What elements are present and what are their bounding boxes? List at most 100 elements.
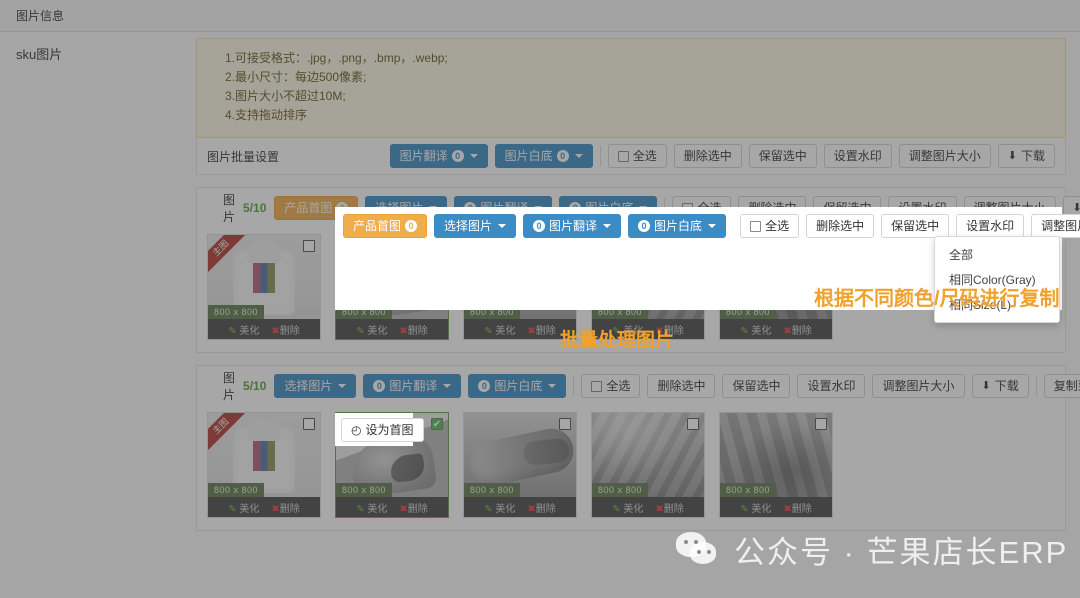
delete-action[interactable]: ✖删除 xyxy=(783,322,811,337)
batch-keep-selected-button[interactable]: 保留选中 xyxy=(748,144,817,168)
beautify-action[interactable]: ✎ 美化 xyxy=(228,322,259,337)
batch-set-watermark-button[interactable]: 设置水印 xyxy=(823,144,892,168)
beautify-action[interactable]: ✎ 美化 xyxy=(740,322,771,337)
group-set-watermark-button[interactable]: 设置水印 xyxy=(797,374,866,398)
beautify-action[interactable]: ✎ 美化 xyxy=(740,500,771,515)
thumbnail-image[interactable]: 800 x 800 xyxy=(592,413,704,497)
beautify-action[interactable]: ✎ 美化 xyxy=(356,322,387,337)
batch-download-button[interactable]: ⬇ 下载 xyxy=(997,144,1055,168)
badge-count-icon: 0 xyxy=(556,150,569,162)
badge-count-icon: 0 xyxy=(373,380,386,392)
group-delete-selected-button[interactable]: 删除选中 xyxy=(647,374,716,398)
group-set-watermark-button-highlight[interactable]: 设置水印 xyxy=(956,214,1025,238)
close-icon: ✖ xyxy=(783,325,792,337)
group-delete-selected-label: 删除选中 xyxy=(816,219,865,233)
group-resize-button-highlight[interactable]: 调整图片大小 xyxy=(1031,214,1080,238)
dropdown-item-all[interactable]: 全部 xyxy=(935,242,1059,267)
thumbnail-checkbox[interactable] xyxy=(687,418,699,430)
pencil-icon: ✎ xyxy=(740,503,749,515)
thumbnail-image[interactable]: 800 x 800 xyxy=(720,413,832,497)
group-whitebg-button[interactable]: 0 图片白底 xyxy=(468,374,567,398)
delete-action[interactable]: ✖删除 xyxy=(655,500,683,515)
batch-set-watermark-label: 设置水印 xyxy=(833,149,882,163)
badge-count-icon: 0 xyxy=(478,380,491,392)
group-delete-selected-button-highlight[interactable]: 删除选中 xyxy=(806,214,875,238)
tip-line-4: 4.支持拖动排序 xyxy=(225,108,308,122)
group-resize-label: 调整图片大小 xyxy=(882,379,955,393)
pencil-icon: ✎ xyxy=(356,325,365,337)
beautify-action[interactable]: ✎ 美化 xyxy=(484,322,515,337)
delete-action[interactable]: ✖删除 xyxy=(527,500,555,515)
delete-action[interactable]: ✖删除 xyxy=(399,500,427,515)
badge-count-icon: 0 xyxy=(638,220,651,232)
thumbnail-card[interactable]: 主图 800 x 800 ✎ 美化 ✖删除 xyxy=(207,234,321,340)
thumbnail-card[interactable]: 800 x 800 ✎ 美化 ✖删除 xyxy=(591,412,705,518)
thumbnail-card[interactable]: 800 x 800 ✎ 美化 ✖删除 xyxy=(719,412,833,518)
group-copy-to-button[interactable]: 复制到 xyxy=(1043,374,1080,398)
beautify-action[interactable]: ✎ 美化 xyxy=(228,500,259,515)
main-image-button-highlight[interactable]: 产品首图 0 xyxy=(343,214,428,238)
batch-select-all-button[interactable]: 全选 xyxy=(607,144,667,168)
thumbnail-image[interactable]: 800 x 800 xyxy=(464,413,576,497)
beautify-label: 美化 xyxy=(367,325,388,337)
batch-whitebg-button[interactable]: 图片白底 0 xyxy=(494,144,593,168)
beautify-label: 美化 xyxy=(751,325,772,337)
thumbnail-checkbox[interactable] xyxy=(303,240,315,252)
group-keep-selected-button[interactable]: 保留选中 xyxy=(722,374,791,398)
delete-action[interactable]: ✖删除 xyxy=(399,322,427,337)
group-translate-button[interactable]: 0 图片翻译 xyxy=(363,374,462,398)
thumbnail-actions: ✎ 美化 ✖删除 xyxy=(720,319,832,339)
image-dimensions-label: 800 x 800 xyxy=(208,483,265,497)
set-as-main-button[interactable]: ◴ 设为首图 xyxy=(341,418,424,442)
group-keep-selected-label: 保留选中 xyxy=(732,379,781,393)
pencil-icon: ✎ xyxy=(740,325,749,337)
thumbnail-card[interactable]: 800 x 800 ✎ 美化 ✖删除 xyxy=(463,412,577,518)
beautify-label: 美化 xyxy=(239,503,260,515)
group-translate-button-highlight[interactable]: 0 图片翻译 xyxy=(523,214,622,238)
delete-action[interactable]: ✖删除 xyxy=(527,322,555,337)
delete-action[interactable]: ✖删除 xyxy=(783,500,811,515)
group-select-all-button[interactable]: 全选 xyxy=(581,374,641,398)
thumbnail-image[interactable]: 主图 800 x 800 xyxy=(208,413,320,497)
thumbnail-card[interactable]: 主图 800 x 800 ✎ 美化 ✖删除 xyxy=(207,412,321,518)
batch-delete-selected-button[interactable]: 删除选中 xyxy=(673,144,742,168)
thumbnail-checkbox[interactable]: ✔ xyxy=(431,418,443,430)
group-resize-label: 调整图片大小 xyxy=(1041,219,1080,233)
batch-resize-button[interactable]: 调整图片大小 xyxy=(898,144,991,168)
group-select-all-button-highlight[interactable]: 全选 xyxy=(740,214,800,238)
chevron-down-icon xyxy=(548,384,557,388)
image-dimensions-label: 800 x 800 xyxy=(720,483,777,497)
thumbnail-actions: ✎ 美化 ✖删除 xyxy=(464,497,576,517)
choose-image-button-highlight[interactable]: 选择图片 xyxy=(434,214,517,238)
thumbnail-checkbox[interactable] xyxy=(815,418,827,430)
beautify-action[interactable]: ✎ 美化 xyxy=(356,500,387,515)
delete-action[interactable]: ✖删除 xyxy=(271,322,299,337)
chevron-down-icon xyxy=(443,384,452,388)
group-download-button[interactable]: ⬇ 下载 xyxy=(971,374,1029,398)
batch-translate-button[interactable]: 图片翻译 0 xyxy=(389,144,488,168)
group-keep-selected-button-highlight[interactable]: 保留选中 xyxy=(881,214,950,238)
pencil-icon: ✎ xyxy=(484,325,493,337)
choose-image-button[interactable]: 选择图片 xyxy=(274,374,357,398)
beautify-action[interactable]: ✎ 美化 xyxy=(612,500,643,515)
delete-action[interactable]: ✖删除 xyxy=(271,500,299,515)
beautify-label: 美化 xyxy=(495,503,516,515)
group-select-all-label: 全选 xyxy=(606,379,631,393)
checkbox-icon xyxy=(591,380,603,392)
group-whitebg-button-highlight[interactable]: 0 图片白底 xyxy=(628,214,727,238)
group-resize-button[interactable]: 调整图片大小 xyxy=(872,374,965,398)
beautify-action[interactable]: ✎ 美化 xyxy=(484,500,515,515)
pencil-icon: ✎ xyxy=(484,503,493,515)
group-copy-to-label: 复制到 xyxy=(1053,379,1080,393)
thumbnail-checkbox[interactable] xyxy=(559,418,571,430)
close-icon: ✖ xyxy=(783,503,792,515)
thumbnail-checkbox[interactable] xyxy=(303,418,315,430)
thumbnail-image[interactable]: 主图 800 x 800 xyxy=(208,235,320,319)
image-dimensions-label: 800 x 800 xyxy=(336,483,393,497)
batch-translate-label: 图片翻译 xyxy=(399,149,448,163)
image-count-value: 5/10 xyxy=(243,201,267,215)
main-image-label: 产品首图 xyxy=(353,219,402,233)
tip-line-3: 3.图片大小不超过10M; xyxy=(225,89,346,103)
sku-image-row-label: sku图片 xyxy=(16,47,63,62)
delete-label: 删除 xyxy=(279,325,300,337)
